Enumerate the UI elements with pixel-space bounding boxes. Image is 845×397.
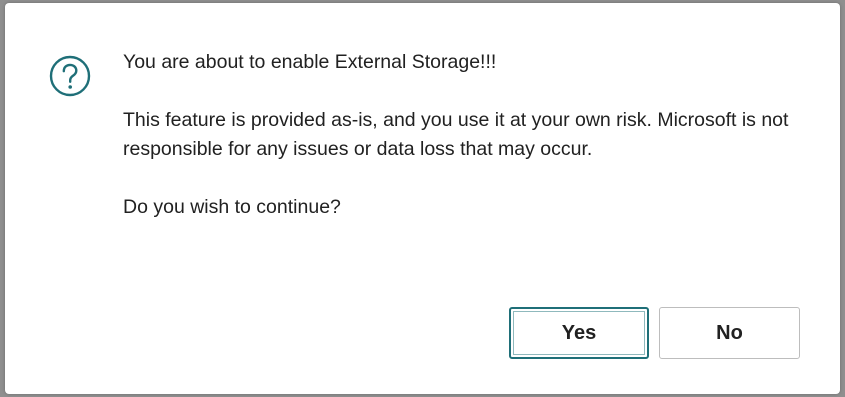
question-circle-icon (49, 55, 91, 97)
dialog-body: This feature is provided as-is, and you … (123, 109, 789, 160)
dialog-message: You are about to enable External Storage… (123, 48, 803, 222)
dialog-prompt: Do you wish to continue? (123, 196, 341, 218)
yes-button[interactable]: Yes (509, 307, 649, 359)
no-button[interactable]: No (659, 307, 800, 359)
confirmation-dialog: You are about to enable External Storage… (5, 3, 840, 394)
dialog-title: You are about to enable External Storage… (123, 51, 497, 73)
